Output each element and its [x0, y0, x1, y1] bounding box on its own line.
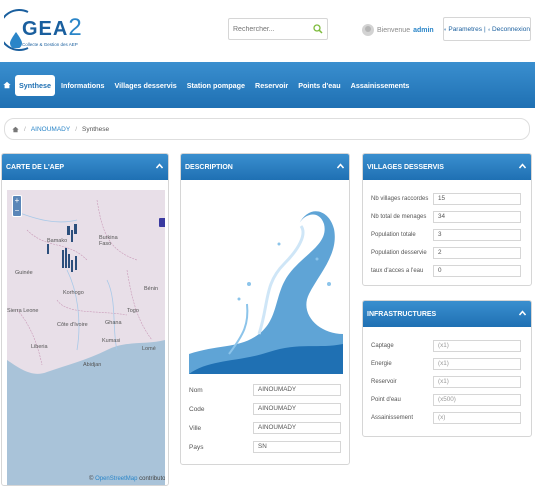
- zoom-out-button[interactable]: −: [13, 206, 21, 216]
- logo-text: GEA2: [22, 14, 83, 41]
- nav-item-informations[interactable]: Informations: [57, 75, 109, 96]
- field-nb-villages: Nb villages raccordes 15: [371, 192, 521, 205]
- field-ville: Ville AINOUMADY: [189, 421, 341, 435]
- header: GEA2 Collecte & Gestion des AEP Bienvenu…: [0, 0, 535, 58]
- map-panel: CARTE DE L'AEP + − Bamako Burkina Faso G…: [1, 153, 169, 486]
- nav-item-station-pompage[interactable]: Station pompage: [183, 75, 249, 96]
- nav-item-points-eau[interactable]: Points d'eau: [294, 75, 344, 96]
- infrastructures-panel: INFRASTRUCTURES Captage (x1) Energie (x1…: [362, 300, 532, 437]
- panel-title: DESCRIPTION: [185, 163, 233, 171]
- field-value[interactable]: AINOUMADY: [253, 403, 341, 415]
- nav-item-assainissements[interactable]: Assainissements: [347, 75, 414, 96]
- map-label: Guinée: [15, 270, 33, 276]
- field-reservoir: Reservoir (x1): [371, 375, 521, 388]
- nav-item-synthese[interactable]: Synthese: [15, 74, 55, 96]
- field-value[interactable]: 15: [433, 192, 521, 205]
- logout-link[interactable]: Deconnexion: [492, 26, 530, 33]
- map-label: Burkina Faso: [99, 235, 118, 247]
- avatar: [362, 24, 374, 36]
- username[interactable]: admin: [413, 27, 434, 34]
- panel-title: VILLAGES DESSERVIS: [367, 163, 444, 171]
- map-panel-header: CARTE DE L'AEP: [2, 154, 168, 180]
- map-label: Bamako: [47, 238, 68, 244]
- field-assainissement: Assainissement (x): [371, 411, 521, 424]
- field-value[interactable]: 0: [433, 264, 521, 277]
- collapse-chevron-icon[interactable]: [156, 163, 163, 169]
- collapse-chevron-icon[interactable]: [337, 163, 344, 169]
- collapse-chevron-icon[interactable]: [519, 310, 526, 316]
- field-pays: Pays SN: [189, 440, 341, 454]
- map-label: Abidjan: [83, 362, 102, 368]
- field-nom: Nom AINOUMADY: [189, 383, 341, 397]
- map-land[interactable]: [7, 190, 165, 486]
- nav-item-reservoir[interactable]: Reservoir: [251, 75, 292, 96]
- breadcrumb-separator: /: [24, 125, 26, 133]
- field-value[interactable]: (x500): [433, 393, 521, 406]
- breadcrumb-separator: /: [75, 125, 77, 133]
- field-point-eau: Point d'eau (x500): [371, 393, 521, 406]
- panel-title: INFRASTRUCTURES: [367, 310, 437, 318]
- panel-title: CARTE DE L'AEP: [6, 163, 65, 171]
- field-value[interactable]: SN: [253, 441, 341, 453]
- breadcrumb-current: Synthese: [82, 125, 110, 133]
- map-label: Côte d'Ivoire: [57, 322, 88, 328]
- field-value[interactable]: (x1): [433, 339, 521, 352]
- zoom-controls: + −: [12, 195, 22, 217]
- field-code: Code AINOUMADY: [189, 402, 341, 416]
- field-value[interactable]: (x1): [433, 375, 521, 388]
- search-input[interactable]: [229, 19, 309, 39]
- water-splash-image: [189, 184, 343, 374]
- map-label: Ghana: [105, 320, 122, 326]
- collapse-chevron-icon[interactable]: [519, 163, 526, 169]
- logo-subtitle: Collecte & Gestion des AEP: [22, 42, 78, 47]
- nav-item-villages-desservis[interactable]: Villages desservis: [111, 75, 181, 96]
- breadcrumb-link-aep[interactable]: AINOUMADY: [31, 126, 70, 133]
- map-label: Korhogo: [63, 290, 84, 296]
- divider: |: [483, 25, 486, 33]
- gear-icon[interactable]: [444, 26, 447, 33]
- app-logo[interactable]: GEA2 Collecte & Gestion des AEP: [4, 6, 82, 52]
- description-panel-header: DESCRIPTION: [181, 154, 349, 180]
- map-label: Lomé: [142, 346, 156, 352]
- field-value[interactable]: (x): [433, 411, 521, 424]
- map-label: Togo: [127, 308, 139, 314]
- villages-panel: VILLAGES DESSERVIS Nb villages raccordes…: [362, 153, 532, 286]
- search-box[interactable]: [228, 18, 328, 40]
- villages-panel-header: VILLAGES DESSERVIS: [363, 154, 531, 180]
- map-label: Kumasi: [102, 338, 121, 344]
- osm-link[interactable]: OpenStreetMap: [95, 476, 137, 482]
- account-actions: Parametres | Deconnexion: [443, 17, 531, 41]
- field-value[interactable]: 3: [433, 228, 521, 241]
- power-icon[interactable]: [487, 26, 490, 33]
- settings-link[interactable]: Parametres: [448, 26, 482, 33]
- map-attribution: © OpenStreetMap contributors: [89, 476, 165, 482]
- description-panel: DESCRIPTION Nom AINOUMADY Code AINOUMADY…: [180, 153, 350, 465]
- breadcrumb: / AINOUMADY / Synthese: [4, 118, 530, 140]
- home-icon[interactable]: [3, 81, 11, 89]
- field-energie: Energie (x1): [371, 357, 521, 370]
- field-value[interactable]: AINOUMADY: [253, 422, 341, 434]
- field-population-totale: Population totale 3: [371, 228, 521, 241]
- home-icon[interactable]: [12, 126, 19, 133]
- aep-map[interactable]: + − Bamako Burkina Faso Guinée Korhogo C…: [7, 190, 165, 486]
- field-nb-menages: Nb total de menages 34: [371, 210, 521, 223]
- user-greeting: Bienvenue admin: [362, 20, 434, 40]
- field-taux-acces: taux d'acces a l'eau 0: [371, 264, 521, 277]
- main-nav: Synthese Informations Villages desservis…: [0, 62, 535, 108]
- zoom-in-button[interactable]: +: [13, 196, 21, 206]
- field-value[interactable]: (x1): [433, 357, 521, 370]
- field-value[interactable]: AINOUMADY: [253, 384, 341, 396]
- map-label: Sierra Leone: [7, 308, 39, 314]
- field-captage: Captage (x1): [371, 339, 521, 352]
- search-icon[interactable]: [313, 24, 323, 34]
- welcome-text: Bienvenue: [377, 26, 411, 34]
- map-label: Bénin: [144, 286, 159, 292]
- field-value[interactable]: 2: [433, 246, 521, 259]
- infrastructures-panel-header: INFRASTRUCTURES: [363, 301, 531, 327]
- map-label: Liberia: [31, 344, 48, 350]
- field-value[interactable]: 34: [433, 210, 521, 223]
- field-population-desservie: Population desservie 2: [371, 246, 521, 259]
